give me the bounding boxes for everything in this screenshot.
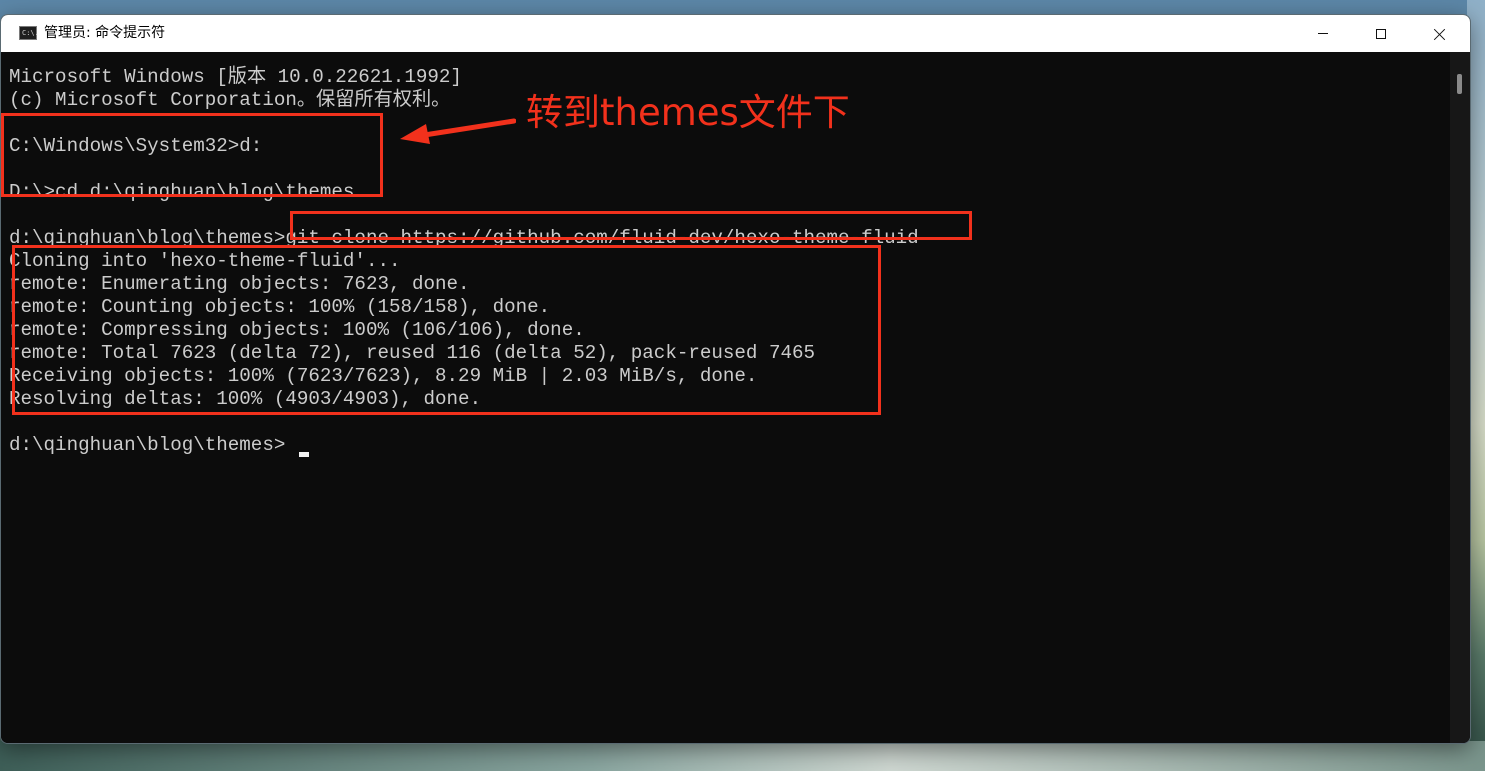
- desktop-wallpaper-bottom: [0, 741, 1485, 771]
- minimize-button[interactable]: [1294, 15, 1352, 52]
- maximize-icon: [1376, 28, 1386, 39]
- cmd-icon: C:\.: [19, 26, 39, 40]
- console-line: Microsoft Windows [版本 10.0.22621.1992]: [9, 66, 462, 88]
- highlight-box-git-clone: [290, 211, 972, 240]
- close-button[interactable]: [1411, 15, 1469, 52]
- vertical-scrollbar[interactable]: [1450, 52, 1470, 743]
- cmd-icon-text: C:\.: [22, 29, 39, 37]
- highlight-box-clone-output: [12, 245, 881, 415]
- window-title: 管理员: 命令提示符: [44, 25, 166, 41]
- scrollbar-thumb[interactable]: [1457, 74, 1462, 94]
- minimize-icon: [1318, 33, 1328, 34]
- annotation-text: 转到themes文件下: [526, 91, 850, 134]
- title-bar[interactable]: C:\. 管理员: 命令提示符: [1, 15, 1470, 52]
- text-cursor: [299, 452, 309, 457]
- highlight-box-cd-commands: [1, 113, 383, 197]
- console-line: (c) Microsoft Corporation。保留所有权利。: [9, 89, 451, 111]
- console-prompt-line: d:\qinghuan\blog\themes>: [9, 434, 286, 456]
- close-icon: [1434, 28, 1446, 40]
- maximize-button[interactable]: [1352, 15, 1410, 52]
- annotation-arrow-icon: [400, 118, 516, 144]
